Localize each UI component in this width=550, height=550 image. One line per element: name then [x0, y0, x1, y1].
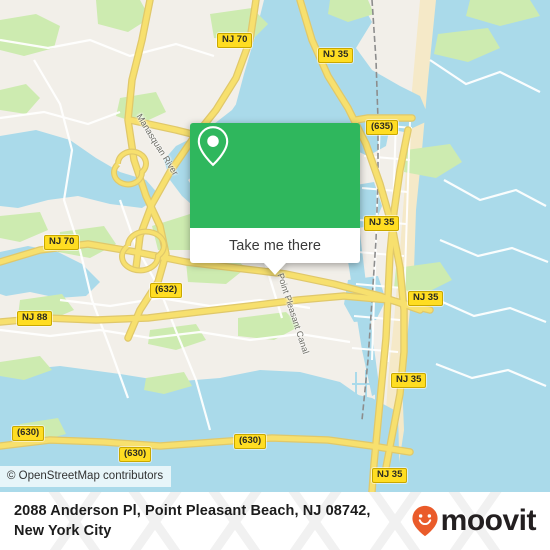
address-block: 2088 Anderson Pl, Point Pleasant Beach, … — [14, 501, 411, 541]
map-pin-icon — [197, 126, 229, 167]
popup-cta-button[interactable]: Take me there — [190, 228, 360, 263]
highway-shield[interactable]: NJ 70 — [44, 235, 80, 250]
highway-shield[interactable]: NJ 35 — [364, 216, 400, 231]
address-line-1: 2088 Anderson Pl, Point Pleasant Beach, … — [14, 503, 371, 519]
highway-shield[interactable]: NJ 35 — [391, 373, 427, 388]
highway-shield[interactable]: NJ 88 — [17, 311, 53, 326]
popup-cta-label: Take me there — [229, 237, 321, 254]
moovit-logo[interactable]: moovit — [411, 504, 537, 537]
footer-bar: 2088 Anderson Pl, Point Pleasant Beach, … — [0, 492, 550, 550]
address-line-2: New York City — [14, 523, 112, 539]
popup-tail — [264, 263, 286, 275]
map-canvas[interactable]: Manasquan River Point Pleasant Canal Ple… — [0, 0, 550, 492]
highway-shield[interactable]: (635) — [366, 120, 399, 135]
highway-shield[interactable]: NJ 35 — [318, 48, 354, 63]
highway-shield[interactable]: (630) — [119, 447, 152, 462]
highway-shield[interactable]: NJ 70 — [217, 33, 253, 48]
moovit-wordmark: moovit — [440, 504, 537, 537]
popup-image-panel — [190, 123, 360, 228]
highway-shield[interactable]: NJ 35 — [372, 468, 408, 483]
highway-shield[interactable]: (632) — [150, 283, 183, 298]
highway-shield[interactable]: NJ 35 — [408, 291, 444, 306]
highway-shield[interactable]: (630) — [12, 426, 45, 441]
map-screenshot: Manasquan River Point Pleasant Canal Ple… — [0, 0, 550, 550]
osm-attribution[interactable]: © OpenStreetMap contributors — [0, 466, 172, 487]
map-popup[interactable]: Take me there — [190, 123, 360, 275]
highway-shield[interactable]: (630) — [234, 434, 267, 449]
moovit-pin-icon — [412, 505, 438, 537]
